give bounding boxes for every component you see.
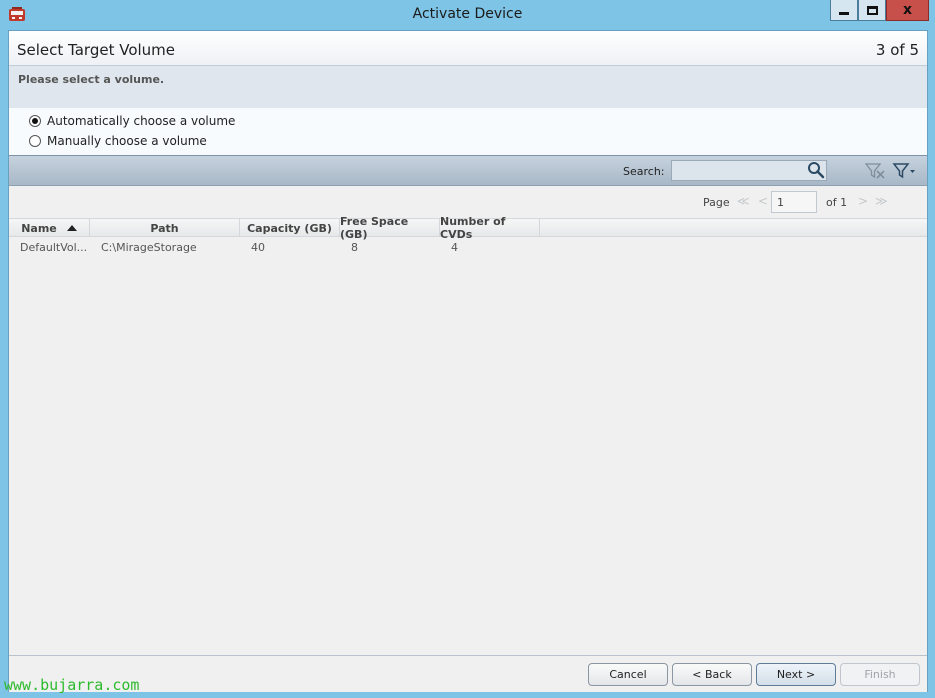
column-header-free-space[interactable]: Free Space (GB): [340, 215, 440, 241]
watermark: www.bujarra.com: [4, 676, 140, 694]
previous-page-button[interactable]: <: [758, 194, 768, 208]
wizard-window: Select Target Volume 3 of 5 Please selec…: [8, 30, 928, 692]
search-label: Search:: [623, 165, 665, 178]
minimize-button[interactable]: [830, 0, 858, 21]
wizard-header: Select Target Volume 3 of 5: [9, 31, 927, 66]
auto-volume-label: Automatically choose a volume: [47, 114, 236, 128]
last-page-button[interactable]: ≫: [875, 194, 888, 208]
volume-grid-panel: Search: Page ≪ < of 1 > ≫: [9, 155, 927, 655]
column-header-capacity[interactable]: Capacity (GB): [240, 219, 340, 237]
close-icon: x: [902, 2, 913, 18]
grid-toolbar: Search:: [9, 156, 927, 186]
table-row[interactable]: DefaultVol... C:\MirageStorage 40 8 4: [9, 238, 927, 258]
column-header-path[interactable]: Path: [90, 219, 240, 237]
step-title: Select Target Volume: [17, 41, 176, 59]
instruction-panel: Please select a volume.: [9, 66, 927, 108]
page-number-input[interactable]: [771, 191, 817, 213]
clear-filter-icon[interactable]: [864, 162, 886, 180]
manual-volume-radio[interactable]: [29, 135, 41, 147]
auto-volume-radio[interactable]: [29, 115, 41, 127]
auto-volume-option[interactable]: Automatically choose a volume: [29, 114, 235, 128]
search-icon[interactable]: [807, 161, 825, 179]
minimize-icon: [839, 11, 849, 15]
window-title: Activate Device: [412, 6, 523, 22]
manual-volume-label: Manually choose a volume: [47, 134, 207, 148]
column-header-name[interactable]: Name: [9, 219, 90, 237]
cell-free-space: 8: [351, 241, 358, 254]
page-count: of 1: [826, 196, 848, 209]
next-page-button[interactable]: >: [858, 194, 868, 208]
instruction-text: Please select a volume.: [18, 73, 165, 86]
cell-path: C:\MirageStorage: [101, 241, 197, 254]
cell-capacity: 40: [251, 241, 265, 254]
close-button[interactable]: x: [886, 0, 929, 21]
column-header-cvds[interactable]: Number of CVDs: [440, 215, 540, 241]
title-bar: Activate Device x: [0, 0, 935, 30]
back-button[interactable]: < Back: [672, 663, 752, 686]
filter-icon[interactable]: [892, 162, 916, 180]
cell-name: DefaultVol...: [20, 241, 88, 254]
search-input[interactable]: [671, 160, 827, 181]
next-button[interactable]: Next >: [756, 663, 836, 686]
sort-ascending-icon: [66, 225, 77, 231]
maximize-button[interactable]: [858, 0, 886, 21]
manual-volume-option[interactable]: Manually choose a volume: [29, 134, 207, 148]
finish-button: Finish: [840, 663, 920, 686]
table-header: Name Path Capacity (GB) Free Space (GB) …: [9, 215, 927, 241]
pager: Page ≪ < of 1 > ≫: [9, 187, 927, 217]
maximize-icon: [866, 5, 878, 15]
step-counter: 3 of 5: [875, 41, 919, 59]
wizard-footer: Cancel < Back Next > Finish: [9, 655, 927, 692]
cancel-button[interactable]: Cancel: [588, 663, 668, 686]
first-page-button[interactable]: ≪: [737, 194, 750, 208]
cell-cvds: 4: [451, 241, 458, 254]
volume-options: Automatically choose a volume Manually c…: [9, 108, 927, 155]
page-label: Page: [703, 196, 730, 209]
